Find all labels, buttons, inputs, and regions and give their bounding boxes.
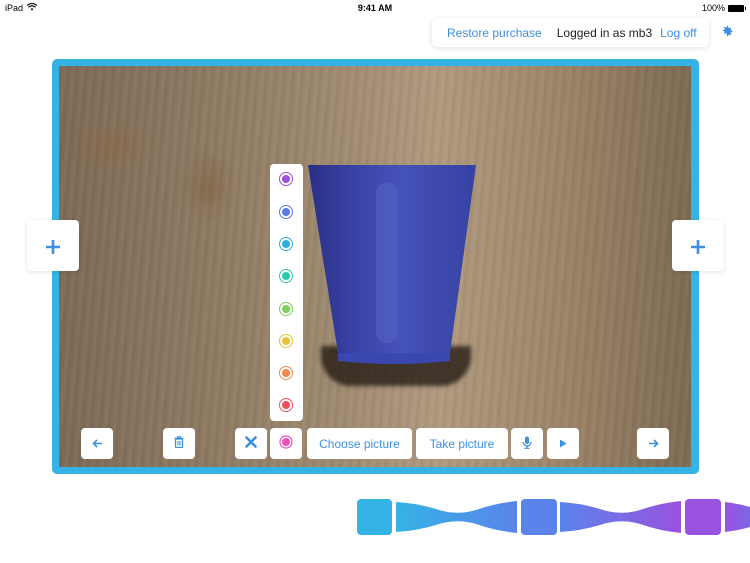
timeline-frame-3[interactable] [685, 499, 721, 535]
color-palette [270, 164, 303, 421]
color-swatch-teal[interactable] [279, 269, 293, 283]
trash-icon [174, 436, 184, 451]
timeline-frame-1[interactable] [357, 499, 392, 535]
page-timeline [357, 499, 750, 535]
previous-button[interactable] [81, 428, 113, 459]
next-button[interactable] [637, 428, 669, 459]
timeline-transition-2 [560, 501, 681, 533]
logged-in-label: Logged in as mb3 [556, 25, 653, 40]
arrow-left-icon [91, 437, 103, 451]
battery-icon [728, 4, 746, 12]
log-off-link[interactable]: Log off [660, 26, 696, 40]
color-swatch-red[interactable] [279, 398, 293, 412]
color-swatch-purple[interactable] [279, 172, 293, 186]
take-picture-button[interactable]: Take picture [416, 428, 508, 459]
clock: 9:41 AM [357, 3, 393, 13]
record-audio-button[interactable] [511, 428, 543, 459]
add-page-right-button[interactable] [672, 220, 724, 271]
microphone-icon [522, 436, 532, 452]
color-dot-icon [279, 435, 293, 452]
color-swatch-cyan[interactable] [279, 237, 293, 251]
choose-picture-button[interactable]: Choose picture [307, 428, 412, 459]
plus-icon [690, 230, 706, 262]
photo-canvas[interactable] [59, 66, 691, 467]
close-button[interactable] [235, 428, 267, 459]
timeline-transition-3 [725, 502, 750, 532]
status-bar: iPad 9:41 AM 100% [0, 0, 750, 15]
add-page-left-button[interactable] [27, 220, 79, 271]
timeline-frame-2[interactable] [521, 499, 557, 535]
restore-purchase-link[interactable]: Restore purchase [447, 26, 542, 40]
battery-percent: 100% [701, 3, 725, 13]
editor-frame: Choose picture Take picture [52, 59, 699, 474]
delete-button[interactable] [163, 428, 195, 459]
color-swatch-orange[interactable] [279, 366, 293, 380]
arrow-right-icon [648, 437, 659, 451]
color-swatch-green[interactable] [279, 302, 293, 316]
status-right: 100% [701, 3, 746, 13]
color-swatch-blue[interactable] [279, 205, 293, 219]
close-icon [245, 436, 257, 451]
cup-image [308, 165, 476, 364]
color-picker-button[interactable] [270, 428, 302, 459]
color-swatch-yellow[interactable] [279, 334, 293, 348]
gear-icon[interactable] [719, 24, 735, 40]
play-icon [559, 437, 567, 451]
timeline-transition-1 [396, 501, 517, 533]
play-button[interactable] [547, 428, 579, 459]
plus-icon [45, 230, 61, 262]
account-bar: Restore purchase Logged in as mb3 Log of… [432, 18, 709, 47]
